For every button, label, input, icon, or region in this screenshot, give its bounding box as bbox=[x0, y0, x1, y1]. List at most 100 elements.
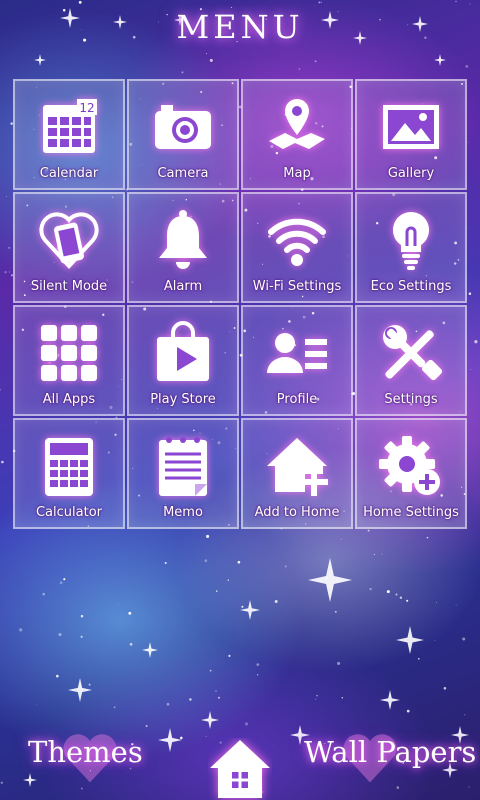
star-dot bbox=[320, 1, 322, 3]
silent-mode-icon bbox=[37, 208, 101, 272]
lightbulb-icon bbox=[379, 208, 443, 272]
star-dot bbox=[227, 579, 229, 581]
star-dot bbox=[6, 195, 7, 197]
star-dot bbox=[470, 369, 472, 370]
star-dot bbox=[465, 65, 469, 68]
sparkle-star bbox=[23, 773, 37, 787]
star-dot bbox=[395, 593, 398, 596]
star-dot bbox=[19, 628, 23, 632]
menu-item-label: Profile bbox=[276, 392, 318, 407]
star-dot bbox=[256, 674, 259, 676]
sparkle-star bbox=[34, 54, 46, 66]
menu-item-camera[interactable]: Camera bbox=[127, 79, 239, 190]
sparkle-star bbox=[201, 711, 219, 729]
menu-grid: 12 Calendar Camera Map Gallery Silent Mo… bbox=[12, 78, 468, 530]
wallpapers-button[interactable]: Wall Papers bbox=[304, 735, 476, 769]
star-dot bbox=[118, 603, 119, 605]
menu-item-settings[interactable]: Settings bbox=[355, 305, 467, 416]
menu-item-alarm[interactable]: Alarm bbox=[127, 192, 239, 303]
menu-item-profile[interactable]: Profile bbox=[241, 305, 353, 416]
menu-item-calendar[interactable]: 12 Calendar bbox=[13, 79, 125, 190]
star-dot bbox=[455, 604, 457, 606]
star-dot bbox=[1, 460, 4, 464]
star-dot bbox=[313, 5, 315, 7]
star-dot bbox=[80, 614, 84, 618]
menu-item-label: Wi-Fi Settings bbox=[252, 279, 342, 294]
star-dot bbox=[399, 596, 403, 599]
menu-item-wifi-settings[interactable]: Wi-Fi Settings bbox=[241, 192, 353, 303]
home-icon[interactable] bbox=[208, 738, 272, 800]
menu-item-home-settings[interactable]: Home Settings bbox=[355, 418, 467, 529]
menu-item-add-to-home[interactable]: Add to Home bbox=[241, 418, 353, 529]
camera-icon bbox=[151, 95, 215, 159]
star-dot bbox=[418, 658, 420, 660]
map-icon bbox=[265, 95, 329, 159]
star-dot bbox=[88, 683, 91, 686]
sparkle-star bbox=[240, 600, 260, 620]
star-dot bbox=[369, 587, 372, 591]
star-dot bbox=[462, 637, 466, 641]
star-dot bbox=[4, 270, 7, 274]
star-dot bbox=[237, 560, 241, 564]
menu-item-label: All Apps bbox=[42, 392, 96, 407]
menu-item-play-store[interactable]: Play Store bbox=[127, 305, 239, 416]
star-dot bbox=[228, 654, 231, 657]
star-dot bbox=[8, 271, 10, 273]
star-dot bbox=[0, 781, 3, 784]
menu-item-eco-settings[interactable]: Eco Settings bbox=[355, 192, 467, 303]
menu-item-gallery[interactable]: Gallery bbox=[355, 79, 467, 190]
calendar-badge: 12 bbox=[79, 101, 94, 115]
star-dot bbox=[215, 690, 217, 692]
star-dot bbox=[284, 565, 287, 568]
menu-item-label: Eco Settings bbox=[370, 279, 452, 294]
star-dot bbox=[381, 553, 383, 555]
star-dot bbox=[464, 714, 466, 716]
star-dot bbox=[206, 534, 210, 538]
star-dot bbox=[241, 605, 244, 608]
grid-icon bbox=[37, 321, 101, 385]
star-dot bbox=[78, 1, 82, 4]
star-dot bbox=[244, 722, 249, 726]
menu-item-label: Alarm bbox=[163, 279, 203, 294]
memo-icon bbox=[151, 434, 215, 498]
themes-button[interactable]: Themes bbox=[28, 735, 143, 769]
sparkle-star bbox=[396, 626, 424, 654]
sparkle-star bbox=[380, 690, 400, 710]
star-dot bbox=[334, 610, 337, 613]
menu-item-label: Play Store bbox=[150, 392, 216, 407]
star-dot bbox=[256, 663, 260, 666]
gear-plus-icon bbox=[379, 434, 443, 498]
star-dot bbox=[340, 538, 342, 540]
menu-item-label: Silent Mode bbox=[30, 279, 108, 294]
menu-item-calculator[interactable]: Calculator bbox=[13, 418, 125, 529]
page-title: MENU bbox=[176, 8, 304, 46]
menu-item-all-apps[interactable]: All Apps bbox=[13, 305, 125, 416]
sparkle-star bbox=[158, 728, 182, 752]
sparkle-star bbox=[434, 54, 446, 66]
menu-item-memo[interactable]: Memo bbox=[127, 418, 239, 529]
sparkle-star bbox=[142, 642, 158, 658]
menu-item-silent-mode[interactable]: Silent Mode bbox=[13, 192, 125, 303]
star-dot bbox=[434, 640, 436, 641]
star-dot bbox=[205, 735, 207, 738]
star-dot bbox=[406, 599, 409, 602]
star-dot bbox=[298, 68, 301, 70]
star-dot bbox=[316, 695, 318, 697]
menu-item-label: Camera bbox=[157, 166, 209, 181]
star-dot bbox=[274, 600, 278, 603]
star-dot bbox=[209, 58, 213, 62]
star-dot bbox=[474, 340, 478, 344]
star-dot bbox=[42, 592, 45, 596]
menu-item-map[interactable]: Map bbox=[241, 79, 353, 190]
star-dot bbox=[468, 786, 470, 788]
star-dot bbox=[189, 698, 192, 701]
star-dot bbox=[166, 702, 170, 706]
star-dot bbox=[80, 635, 83, 638]
star-dot bbox=[63, 578, 66, 581]
profile-icon bbox=[265, 321, 329, 385]
star-dot bbox=[209, 669, 212, 672]
star-dot bbox=[426, 536, 429, 539]
star-dot bbox=[8, 246, 11, 249]
star-dot bbox=[204, 559, 208, 562]
star-dot bbox=[180, 736, 183, 740]
